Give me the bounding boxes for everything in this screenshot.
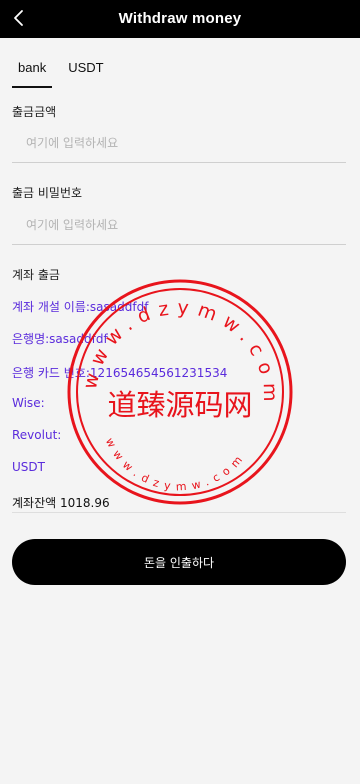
watermark-center-text: 道臻源码网 <box>107 388 252 422</box>
password-input[interactable] <box>12 205 346 245</box>
tab-bank[interactable]: bank <box>12 56 53 88</box>
withdraw-button[interactable]: 돈을 인출하다 <box>12 539 346 585</box>
wise-line: Wise: <box>12 396 45 410</box>
balance-value: 1018.96 <box>60 496 110 510</box>
app-header: Withdraw money <box>0 0 360 38</box>
balance-divider <box>12 512 346 513</box>
revolut-label: Revolut: <box>12 428 62 442</box>
password-label: 출금 비밀번호 <box>12 186 83 200</box>
account-name-line: 계좌 개설 이름:sasaddfdf <box>12 298 148 315</box>
wise-label: Wise: <box>12 396 45 410</box>
revolut-line: Revolut: <box>12 428 61 442</box>
card-number-value: 121654654561231534 <box>89 366 228 380</box>
account-section-title: 계좌 출금 <box>12 268 60 282</box>
amount-input[interactable] <box>12 123 346 163</box>
card-number-label: 은행 카드 번호: <box>12 366 90 380</box>
account-name-label: 계좌 개설 이름: <box>12 300 90 314</box>
balance-label: 계좌잔액 <box>12 496 57 510</box>
bank-name-label: 은행명: <box>12 332 50 346</box>
bank-name-value: sasaddfdf <box>49 332 108 346</box>
page-title: Withdraw money <box>118 10 242 27</box>
tab-usdt[interactable]: USDT <box>62 56 109 88</box>
method-tabs: bank USDT <box>12 56 110 88</box>
card-number-line: 은행 카드 번호:121654654561231534 <box>12 364 227 381</box>
usdt-line: USDT <box>12 460 45 474</box>
amount-label: 출금금액 <box>12 105 57 119</box>
usdt-label: USDT <box>12 460 45 474</box>
balance-line: 계좌잔액 1018.96 <box>12 494 110 511</box>
withdraw-button-label: 돈을 인출하다 <box>143 555 215 570</box>
watermark-ring-bottom: www.dzymw.com <box>103 436 249 494</box>
account-name-value: sasaddfdf <box>89 300 149 314</box>
bank-name-line: 은행명:sasaddfdf <box>12 330 108 347</box>
